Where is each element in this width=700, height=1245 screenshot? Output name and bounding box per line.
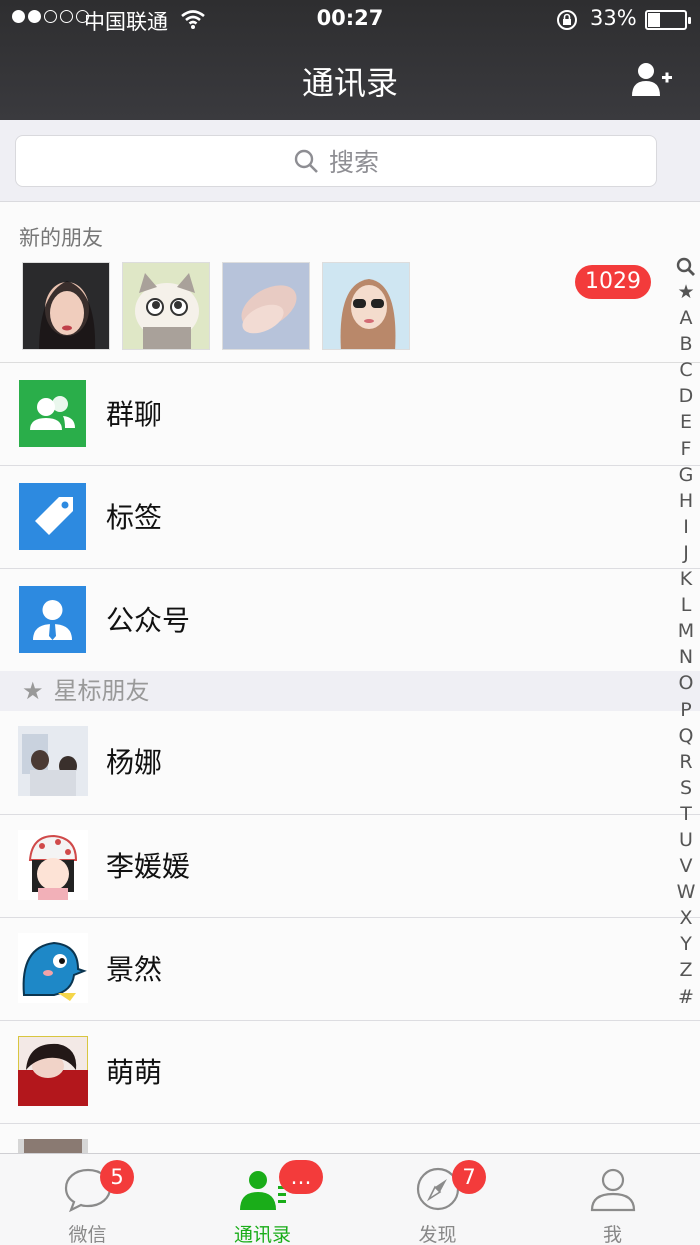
contact-row[interactable]: 萌萌	[0, 1020, 700, 1123]
index-letter[interactable]: V	[680, 853, 693, 879]
tab-me[interactable]: 我	[525, 1154, 700, 1245]
index-letter[interactable]: S	[680, 775, 692, 801]
index-letter[interactable]: Z	[679, 957, 692, 983]
tab-chats[interactable]: 微信 5	[0, 1154, 175, 1245]
index-letter[interactable]: C	[679, 357, 692, 383]
battery-percent: 33%	[590, 6, 637, 30]
tab-me-label: 我	[602, 1224, 622, 1245]
new-friends-title: 新的朋友	[19, 226, 103, 250]
contact-row[interactable]: 李媛媛	[0, 814, 700, 917]
index-letter[interactable]: Q	[679, 723, 694, 749]
tab-discover[interactable]: 发现 7	[350, 1154, 525, 1245]
search-bar: 搜索	[0, 120, 700, 202]
star-icon: ★	[22, 677, 44, 705]
contact-row[interactable]: 景然	[0, 917, 700, 1020]
add-contact-icon[interactable]	[630, 60, 674, 100]
index-letter[interactable]: O	[679, 670, 694, 696]
index-search-icon[interactable]	[676, 256, 696, 278]
index-letter[interactable]: Y	[680, 931, 692, 957]
official-account-icon	[19, 586, 86, 653]
tags-label: 标签	[106, 501, 163, 534]
tab-bar: 微信 5 通讯录 … 发现 7 我	[0, 1153, 700, 1245]
new-friends-count-badge: 1029	[575, 265, 651, 299]
battery-fill	[648, 13, 660, 27]
rotation-lock-icon	[557, 10, 577, 30]
battery-icon	[645, 10, 691, 30]
group-chat-row[interactable]: 群聊	[0, 362, 700, 465]
profile-icon	[590, 1168, 635, 1212]
contact-name: 萌萌	[106, 1056, 163, 1089]
official-accounts-row[interactable]: 公众号	[0, 568, 700, 671]
avatar-girl-portrait[interactable]	[22, 262, 110, 350]
avatar-girl-sunglasses[interactable]	[322, 262, 410, 350]
index-letter[interactable]: I	[683, 514, 689, 540]
index-letter[interactable]: W	[677, 879, 696, 905]
contact-avatar	[18, 933, 88, 1003]
starred-header-label: 星标朋友	[53, 677, 150, 705]
group-chat-label: 群聊	[106, 398, 163, 431]
search-icon	[294, 149, 318, 173]
contacts-list: 群聊 标签 公众号 ★ 星标朋友 杨娜 李媛媛 景然 萌萌	[0, 362, 700, 1226]
contact-name: 杨娜	[106, 746, 163, 779]
index-letter[interactable]: D	[679, 383, 694, 409]
index-letter[interactable]: ★	[677, 279, 694, 305]
contact-avatar	[18, 830, 88, 900]
status-bar: 中国联通 00:27 33%	[0, 0, 700, 40]
alphabet-index[interactable]: ★ A B C D E F G H I J K L M N O P Q R S T U V W X Y Z #	[672, 256, 700, 1010]
tab-discover-label: 发现	[418, 1224, 457, 1245]
index-letter[interactable]: X	[679, 905, 692, 931]
avatar-holding-hands[interactable]	[222, 262, 310, 350]
starred-friends-header: ★ 星标朋友	[0, 671, 700, 711]
tags-row[interactable]: 标签	[0, 465, 700, 568]
new-friends-avatars	[22, 262, 410, 350]
index-letter[interactable]: E	[680, 409, 692, 435]
search-placeholder: 搜索	[328, 148, 379, 177]
index-letter[interactable]: K	[680, 566, 692, 592]
tab-contacts[interactable]: 通讯录 …	[175, 1154, 350, 1245]
index-letter[interactable]: T	[680, 801, 692, 827]
contact-name: 景然	[106, 953, 163, 986]
tab-chats-label: 微信	[68, 1224, 107, 1245]
index-letter[interactable]: L	[681, 592, 692, 618]
search-input[interactable]: 搜索	[15, 135, 657, 187]
tab-chats-badge: 5	[100, 1160, 134, 1194]
index-letter[interactable]: R	[679, 749, 692, 775]
avatar-cartoon-cat[interactable]	[122, 262, 210, 350]
index-letter[interactable]: G	[679, 462, 694, 488]
group-chat-icon	[19, 380, 86, 447]
contact-avatar	[18, 726, 88, 796]
index-letter[interactable]: H	[679, 488, 693, 514]
contact-avatar	[18, 1036, 88, 1106]
new-friends-section[interactable]: 新的朋友 1029	[0, 202, 700, 362]
index-letter[interactable]: U	[679, 827, 693, 853]
page-title: 通讯录	[301, 64, 398, 102]
index-letter[interactable]: P	[680, 697, 691, 723]
contacts-screen: 中国联通 00:27 33% 通讯录 搜索 新的朋友 1029 群聊 标签 公众…	[0, 0, 700, 1245]
tab-contacts-label: 通讯录	[233, 1224, 291, 1245]
contact-name: 李媛媛	[106, 850, 191, 883]
tag-icon	[19, 483, 86, 550]
index-letter[interactable]: B	[679, 331, 692, 357]
index-letter[interactable]: J	[683, 540, 689, 566]
index-letter[interactable]: F	[681, 436, 692, 462]
index-letter[interactable]: M	[678, 618, 694, 644]
contact-row[interactable]: 杨娜	[0, 711, 700, 814]
tab-discover-badge: 7	[452, 1160, 486, 1194]
top-bar: 中国联通 00:27 33% 通讯录	[0, 0, 700, 120]
index-letter[interactable]: N	[679, 644, 693, 670]
tab-contacts-badge: …	[279, 1160, 323, 1194]
official-accounts-label: 公众号	[106, 604, 191, 637]
index-letter[interactable]: A	[680, 305, 693, 331]
index-letter[interactable]: #	[678, 984, 694, 1010]
